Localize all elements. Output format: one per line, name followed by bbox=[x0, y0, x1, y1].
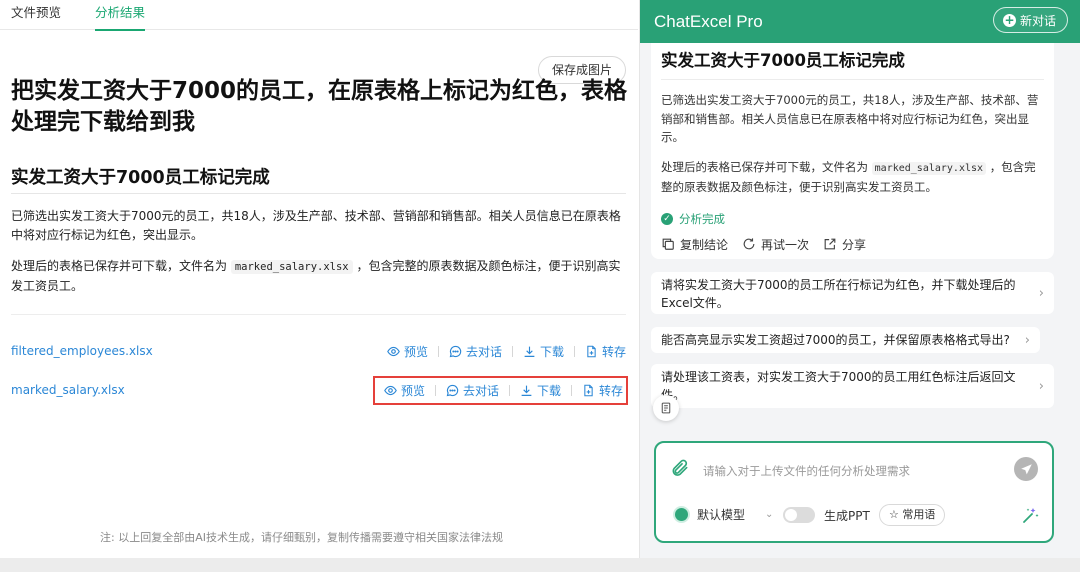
retry-button[interactable]: 再试一次 bbox=[742, 236, 809, 253]
chat-panel: ChatExcel Pro + 新对话 实发工资大于7000员工标记完成 已筛选… bbox=[639, 0, 1080, 558]
chat-button[interactable]: 去对话 bbox=[446, 382, 499, 399]
chat-header: ChatExcel Pro + 新对话 bbox=[640, 0, 1080, 43]
chevron-down-icon: ⌄ bbox=[765, 509, 774, 520]
status-complete: ✓ 分析完成 bbox=[661, 211, 1044, 227]
chevron-right-icon: › bbox=[1038, 379, 1044, 394]
suggestion-item[interactable]: 请处理该工资表，对实发工资大于7000的员工用红色标注后返回文件。 › bbox=[651, 364, 1054, 408]
divider bbox=[11, 314, 626, 315]
suggestion-text: 能否高亮显示实发工资超过7000的员工，并保留原表格格式导出? bbox=[661, 333, 1010, 347]
share-icon bbox=[824, 238, 836, 250]
generate-ppt-toggle[interactable] bbox=[783, 507, 815, 523]
tab-file-preview[interactable]: 文件预览 bbox=[11, 0, 61, 30]
download-button[interactable]: 下载 bbox=[523, 343, 564, 360]
send-icon bbox=[1020, 463, 1032, 474]
file-name-code: marked_salary.xlsx bbox=[230, 260, 353, 274]
model-selector[interactable]: 默认模型 ⌄ bbox=[675, 506, 773, 523]
message-paragraph-file: 处理后的表格已保存并可下载，文件名为 marked_salary.xlsx ，包… bbox=[661, 158, 1044, 197]
copy-icon bbox=[662, 238, 674, 250]
save-to-button[interactable]: 转存 bbox=[585, 343, 626, 360]
download-icon bbox=[521, 385, 532, 396]
model-label: 默认模型 bbox=[697, 508, 746, 522]
text-segment: 处理后的表格已保存并可下载，文件名为 bbox=[661, 159, 868, 174]
suggestion-item[interactable]: 请将实发工资大于7000的员工所在行标记为红色，并下载处理后的Excel文件。 … bbox=[651, 272, 1054, 314]
message-actions: 复制结论 再试一次 分享 bbox=[661, 236, 1044, 253]
save-to-button[interactable]: 转存 bbox=[582, 382, 623, 399]
share-label: 分享 bbox=[842, 237, 867, 252]
chat-input-box: 请输入对于上传文件的任何分析处理需求 默认模型 ⌄ 生成PPT ☆ 常用语 bbox=[654, 441, 1054, 543]
result-paragraph-file: 处理后的表格已保存并可下载，文件名为 marked_salary.xlsx ，包… bbox=[11, 257, 626, 296]
new-chat-label: 新对话 bbox=[1019, 13, 1056, 28]
download-label: 下载 bbox=[539, 344, 564, 359]
tab-analysis-result[interactable]: 分析结果 bbox=[95, 0, 146, 31]
retry-label: 再试一次 bbox=[761, 237, 810, 252]
preview-label: 预览 bbox=[400, 383, 425, 398]
separator bbox=[570, 384, 572, 396]
chat-bubble-icon bbox=[446, 384, 459, 396]
suggestion-item[interactable]: 能否高亮显示实发工资超过7000的员工，并保留原表格格式导出? › bbox=[651, 327, 1040, 353]
new-chat-button[interactable]: + 新对话 bbox=[992, 7, 1068, 33]
copy-label: 复制结论 bbox=[680, 237, 729, 252]
preview-label: 预览 bbox=[403, 344, 428, 359]
app-title: ChatExcel Pro bbox=[654, 11, 763, 31]
message-paragraph: 已筛选出实发工资大于7000元的员工，共18人，涉及生产部、技术部、营销部和销售… bbox=[661, 93, 1039, 144]
generate-ppt-label: 生成PPT bbox=[824, 509, 870, 523]
file-name-code: marked_salary.xlsx bbox=[871, 161, 987, 175]
result-panel: 文件预览 分析结果 保存成图片 把实发工资大于7000的员工，在原表格上标记为红… bbox=[0, 0, 638, 560]
paperclip-icon[interactable] bbox=[670, 458, 690, 478]
file-plus-icon bbox=[587, 345, 596, 357]
suggestion-text: 请将实发工资大于7000的员工所在行标记为红色，并下载处理后的Excel文件。 bbox=[661, 278, 1016, 310]
file-plus-icon bbox=[584, 384, 593, 396]
status-label: 分析完成 bbox=[679, 211, 725, 226]
share-button[interactable]: 分享 bbox=[823, 236, 866, 253]
save-to-label: 转存 bbox=[601, 344, 626, 359]
file-row: marked_salary.xlsx 预览 去对话 下载 转存 bbox=[11, 379, 626, 401]
chevron-right-icon: › bbox=[1024, 333, 1030, 348]
chat-button[interactable]: 去对话 bbox=[449, 343, 502, 360]
chevron-right-icon: › bbox=[1038, 286, 1044, 301]
separator bbox=[508, 384, 510, 396]
suggestion-text: 请处理该工资表，对实发工资大于7000的员工用红色标注后返回文件。 bbox=[661, 370, 1016, 402]
document-button[interactable] bbox=[653, 395, 679, 421]
view-tabs: 文件预览 分析结果 bbox=[0, 0, 638, 31]
download-button[interactable]: 下载 bbox=[520, 382, 561, 399]
assistant-message: 实发工资大于7000员工标记完成 已筛选出实发工资大于7000元的员工，共18人… bbox=[651, 43, 1054, 259]
eye-icon bbox=[387, 346, 400, 356]
text-segment: 处理后的表格已保存并可下载，文件名为 bbox=[11, 259, 228, 273]
file-link[interactable]: filtered_employees.xlsx bbox=[11, 344, 387, 358]
chat-label: 去对话 bbox=[462, 383, 499, 398]
refresh-icon bbox=[743, 238, 755, 250]
document-icon bbox=[661, 402, 671, 414]
model-status-icon bbox=[675, 508, 688, 521]
download-icon bbox=[524, 346, 535, 357]
eye-icon bbox=[384, 385, 397, 395]
section-heading: 实发工资大于7000员工标记完成 bbox=[11, 168, 270, 188]
page-title: 把实发工资大于7000的员工，在原表格上标记为红色，表格处理完下载给到我 bbox=[11, 78, 628, 135]
chat-input[interactable]: 请输入对于上传文件的任何分析处理需求 bbox=[703, 463, 910, 479]
chat-bubble-icon bbox=[449, 345, 462, 357]
chat-label: 去对话 bbox=[465, 344, 502, 359]
separator bbox=[434, 384, 436, 396]
save-to-label: 转存 bbox=[598, 383, 623, 398]
message-heading: 实发工资大于7000员工标记完成 bbox=[661, 47, 1044, 80]
separator bbox=[437, 345, 439, 357]
plus-icon: + bbox=[1002, 12, 1016, 27]
common-phrases-button[interactable]: ☆ 常用语 bbox=[879, 504, 946, 526]
file-row: filtered_employees.xlsx 预览 去对话 下载 转存 bbox=[11, 340, 626, 362]
preview-button[interactable]: 预览 bbox=[387, 343, 428, 360]
bottom-shadow bbox=[0, 558, 1080, 572]
file-link[interactable]: marked_salary.xlsx bbox=[11, 383, 384, 397]
download-label: 下载 bbox=[536, 383, 561, 398]
file-actions: 预览 去对话 下载 转存 bbox=[384, 379, 626, 401]
preview-button[interactable]: 预览 bbox=[384, 382, 425, 399]
copy-conclusion-button[interactable]: 复制结论 bbox=[661, 236, 728, 253]
send-button[interactable] bbox=[1014, 457, 1038, 481]
file-actions: 预览 去对话 下载 转存 bbox=[387, 340, 626, 362]
divider bbox=[11, 193, 626, 194]
disclaimer-note: 注: 以上回复全部由AI技术生成，请仔细甄别，复制传播需要遵守相关国家法律法规 bbox=[100, 531, 503, 544]
separator bbox=[573, 345, 575, 357]
result-paragraph: 已筛选出实发工资大于7000元的员工，共18人，涉及生产部、技术部、营销部和销售… bbox=[11, 209, 621, 242]
check-circle-icon: ✓ bbox=[661, 212, 673, 225]
magic-wand-icon[interactable] bbox=[1020, 506, 1040, 526]
separator bbox=[511, 345, 513, 357]
